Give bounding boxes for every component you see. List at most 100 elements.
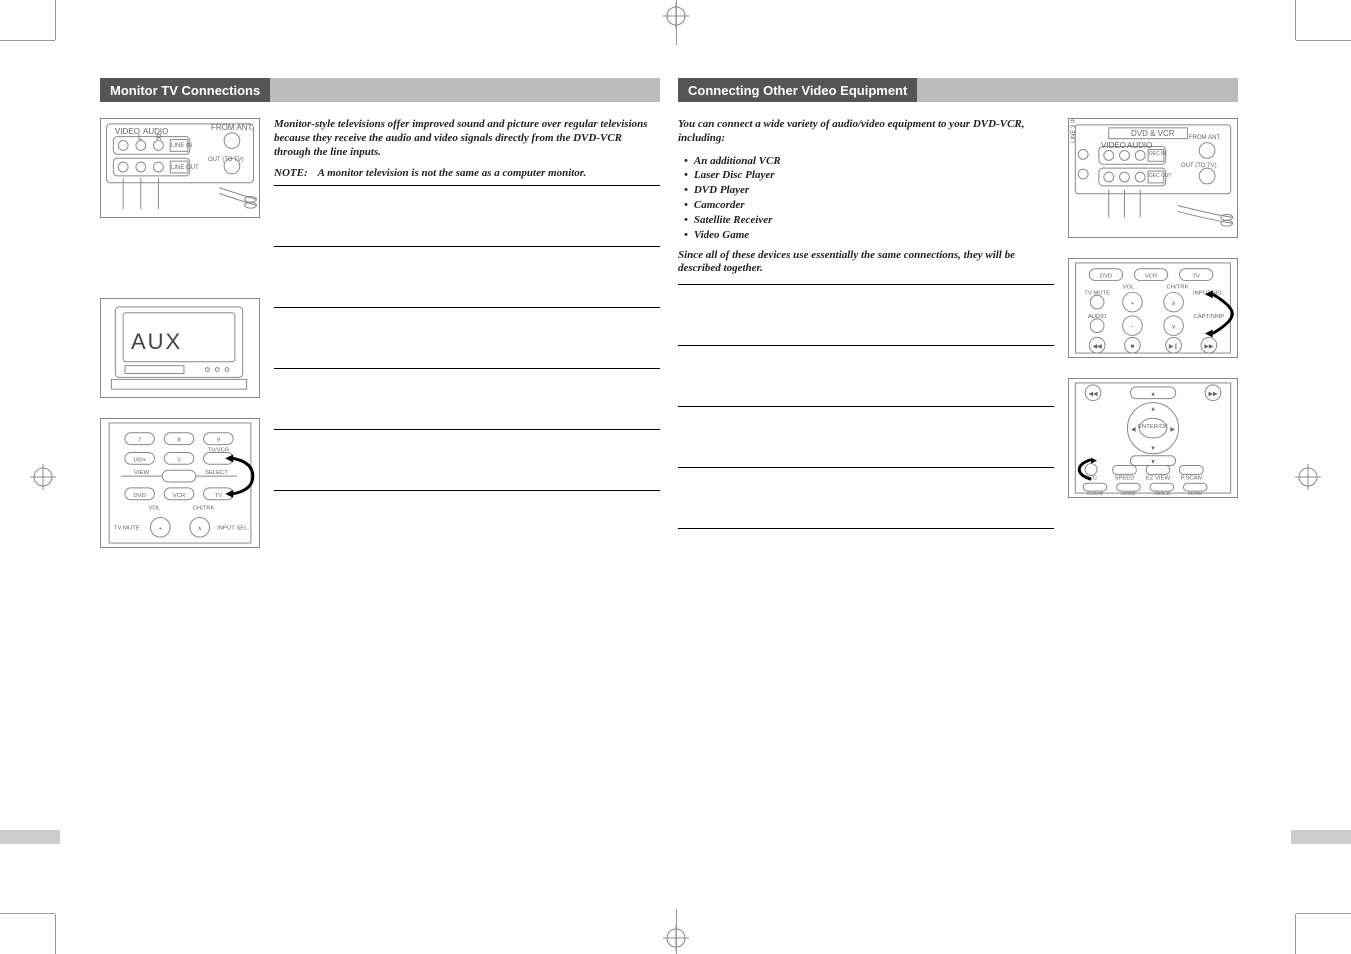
crop-guide	[55, 914, 56, 954]
key-dvd: DVD	[1100, 274, 1112, 280]
label-video: VIDEO	[1101, 141, 1126, 150]
svg-text:▶❙: ▶❙	[1169, 343, 1178, 350]
section-title: Monitor TV Connections	[100, 78, 270, 102]
label-video: VIDEO	[115, 127, 140, 136]
step-dividers	[678, 345, 1054, 529]
label-speed: SPEED	[1114, 475, 1134, 481]
divider	[274, 185, 660, 186]
label-mark: MARK	[1188, 491, 1203, 497]
svg-text:▶▶: ▶▶	[1204, 344, 1214, 350]
figure-remote-lower: ◀◀ ▶▶ ▲ ENTER/OK ▲ ▼ ◀ ▶ ▼ REC SPE	[1068, 378, 1238, 498]
registration-mark-right	[1295, 464, 1321, 490]
label-lineout: LINE OUT	[171, 165, 199, 171]
intro-text: Monitor-style televisions offer improved…	[274, 118, 660, 159]
list-item: Laser Disc Player	[684, 168, 1054, 183]
list-item: Camcorder	[684, 198, 1054, 213]
divider	[678, 467, 1054, 468]
crop-guide	[0, 913, 55, 914]
list-item: Video Game	[684, 228, 1054, 243]
divider	[678, 528, 1054, 529]
figure-monitor-aux: AUX	[100, 298, 260, 398]
label-decin: DEC IN	[1149, 151, 1166, 157]
svg-text:▼: ▼	[1150, 446, 1156, 452]
svg-text:+: +	[1131, 301, 1135, 307]
svg-text:▲: ▲	[1150, 406, 1156, 412]
key-100plus: 100+	[133, 457, 147, 463]
label-inputsel: INPUT SEL.	[217, 525, 249, 531]
key-tvvcr: TV/VCR	[208, 447, 230, 453]
label-angle: ANGLE	[1154, 491, 1171, 497]
crop-guide	[676, 0, 677, 45]
key-tv: TV	[1192, 274, 1200, 280]
page-left: Monitor TV Connections	[100, 78, 660, 878]
svg-text:∧: ∧	[1171, 301, 1175, 307]
label-enter-ok: ENTER/OK	[1138, 424, 1168, 430]
key-7: 7	[138, 438, 141, 444]
figures-column: VIDEO AUDIO FROM ANT. L R LINE IN LINE O…	[100, 118, 260, 548]
label-captskip: CAPT/SKIP	[1194, 314, 1225, 320]
figure-tv-back-panel: VIDEO AUDIO FROM ANT. L R LINE IN LINE O…	[100, 118, 260, 218]
intro-text: You can connect a wide variety of audio/…	[678, 118, 1054, 146]
label-audio-btn: AUDIO	[1088, 314, 1107, 320]
list-item: DVD Player	[684, 183, 1054, 198]
label-tvmute: TV MUTE	[114, 525, 140, 531]
key-tv: TV	[215, 493, 223, 499]
label-line3in: LINE 3 IN/OUT	[1071, 118, 1077, 143]
label-audio: AUDIO	[1127, 141, 1152, 150]
svg-text:◀◀: ◀◀	[1088, 392, 1098, 398]
heading-bar: Monitor TV Connections	[100, 78, 660, 102]
divider	[274, 246, 660, 247]
svg-text:▶▶: ▶▶	[1208, 392, 1218, 398]
label-fromant: FROM ANT.	[1189, 135, 1221, 141]
crop-guide	[676, 909, 677, 954]
binding-edge-right	[1291, 830, 1351, 844]
label-select: SELECT	[205, 470, 228, 476]
svg-text:∧: ∧	[198, 526, 202, 532]
registration-mark-left	[30, 464, 56, 490]
svg-text:▶: ▶	[1170, 427, 1175, 433]
label-linein: LINE IN	[171, 143, 192, 149]
svg-text:∨: ∨	[1171, 325, 1175, 331]
label-r: R	[156, 133, 162, 142]
svg-text:■: ■	[1131, 344, 1135, 350]
label-decout: DEC OUT	[1149, 173, 1172, 179]
figures-column: DVD & VCR VIDEO AUDIO FROM ANT. OUT (TO …	[1068, 118, 1238, 529]
crop-guide	[1295, 914, 1296, 954]
divider	[274, 429, 660, 430]
figure-remote-upper: DVD VCR TV VOL CH/TRK + ∧ TV MUTE INPUT …	[1068, 258, 1238, 358]
list-item: An additional VCR	[684, 154, 1054, 169]
text-column: Monitor-style televisions offer improved…	[274, 118, 660, 548]
crop-guide	[55, 0, 56, 40]
label-view: VIEW	[134, 470, 149, 476]
label-vol: VOL	[1123, 284, 1135, 290]
key-vcr: VCR	[1145, 274, 1157, 280]
page-right: Connecting Other Video Equipment You can…	[678, 78, 1238, 878]
svg-text:▼: ▼	[1150, 460, 1156, 466]
label-l: L	[138, 133, 142, 142]
label-chtrk: CH/TRK	[1167, 284, 1189, 290]
section-title: Connecting Other Video Equipment	[678, 78, 917, 102]
label-clear: CLEAR	[1087, 491, 1104, 497]
svg-text:◀: ◀	[1131, 427, 1136, 433]
divider	[678, 406, 1054, 407]
outro-text: Since all of these devices use essential…	[678, 249, 1054, 277]
svg-text:−: −	[1131, 325, 1135, 331]
label-vol: VOL	[149, 506, 162, 512]
note-body: A monitor television is not the same as …	[318, 167, 604, 179]
step-dividers	[274, 246, 660, 491]
equipment-list: An additional VCR Laser Disc Player DVD …	[684, 154, 1054, 243]
label-outtotv: OUT (TO TV)	[1181, 163, 1217, 169]
figure-remote: 7 8 9 100+ 0 TV/VCR VIEW SELECT	[100, 418, 260, 548]
crop-guide	[0, 40, 55, 41]
crop-guide	[1296, 40, 1351, 41]
key-dvd: DVD	[133, 493, 145, 499]
svg-text:+: +	[159, 526, 163, 532]
key-9: 9	[217, 438, 220, 444]
label-pscan: P.SCAN	[1181, 475, 1202, 481]
divider	[678, 345, 1054, 346]
label-mode: MODE	[1121, 491, 1136, 497]
binding-edge-left	[0, 830, 60, 844]
label-chtrk: CH/TRK	[193, 506, 215, 512]
divider	[274, 368, 660, 369]
divider	[678, 284, 1054, 285]
